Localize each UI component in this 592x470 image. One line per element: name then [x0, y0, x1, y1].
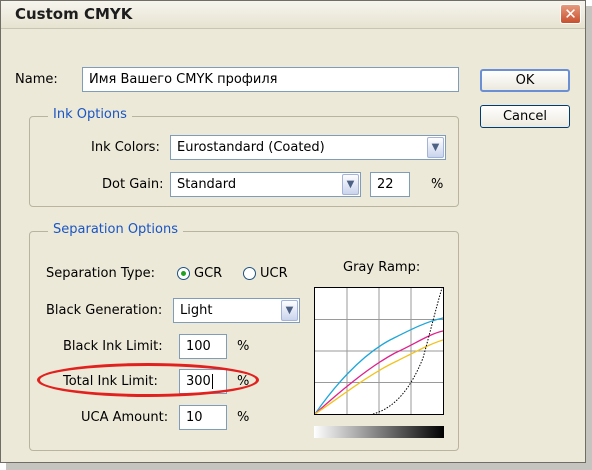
dot-gain-value: Standard	[177, 177, 237, 192]
ink-colors-value: Eurostandard (Coated)	[177, 140, 325, 155]
ink-colors-label: Ink Colors:	[91, 140, 160, 155]
radio-selected-dot	[181, 271, 186, 276]
ucr-label: UCR	[260, 266, 288, 281]
uca-percent: %	[237, 410, 250, 425]
ucr-radio[interactable]	[243, 267, 256, 280]
dialog-title: Custom CMYK	[15, 5, 133, 23]
black-ink-percent: %	[237, 339, 250, 354]
ink-colors-select[interactable]: Eurostandard (Coated) ▼	[170, 135, 446, 160]
dot-gain-label: Dot Gain:	[102, 177, 164, 192]
chevron-down-icon[interactable]: ▼	[281, 300, 298, 321]
black-generation-label: Black Generation:	[46, 303, 163, 318]
ok-button[interactable]: OK	[480, 69, 570, 92]
dot-gain-percent: %	[431, 177, 444, 192]
gray-ramp-gradient	[314, 426, 444, 438]
black-generation-select[interactable]: Light ▼	[173, 298, 300, 323]
uca-amount-field[interactable]: 10	[179, 405, 227, 430]
cancel-button[interactable]: Cancel	[480, 105, 570, 128]
title-bar: Custom CMYK ✕	[1, 1, 585, 29]
dot-gain-amount-field[interactable]: 22	[370, 172, 410, 197]
black-ink-limit-label: Black Ink Limit:	[63, 339, 163, 354]
chevron-down-icon[interactable]: ▼	[342, 174, 359, 195]
gray-ramp-graph	[315, 288, 443, 414]
separation-type-label: Separation Type:	[46, 266, 156, 281]
name-field[interactable]: Имя Вашего CMYK профиля	[82, 67, 459, 92]
ramp-grid	[315, 288, 443, 414]
gcr-radio[interactable]	[177, 267, 190, 280]
gray-ramp-chart	[314, 287, 444, 415]
close-icon[interactable]: ✕	[560, 4, 581, 24]
dot-gain-select[interactable]: Standard ▼	[170, 172, 361, 197]
separation-options-legend: Separation Options	[48, 222, 183, 237]
ink-options-legend: Ink Options	[48, 107, 132, 122]
uca-amount-label: UCA Amount:	[81, 410, 169, 425]
highlight-ellipse	[37, 363, 259, 397]
gray-ramp-label: Gray Ramp:	[343, 260, 421, 275]
chevron-down-icon[interactable]: ▼	[427, 137, 444, 158]
black-generation-value: Light	[180, 303, 213, 318]
black-ink-limit-field[interactable]: 100	[179, 334, 227, 359]
gcr-label: GCR	[194, 266, 223, 281]
custom-cmyk-dialog: Custom CMYK ✕ Name: Имя Вашего CMYK проф…	[0, 0, 586, 463]
name-label: Name:	[15, 72, 58, 87]
